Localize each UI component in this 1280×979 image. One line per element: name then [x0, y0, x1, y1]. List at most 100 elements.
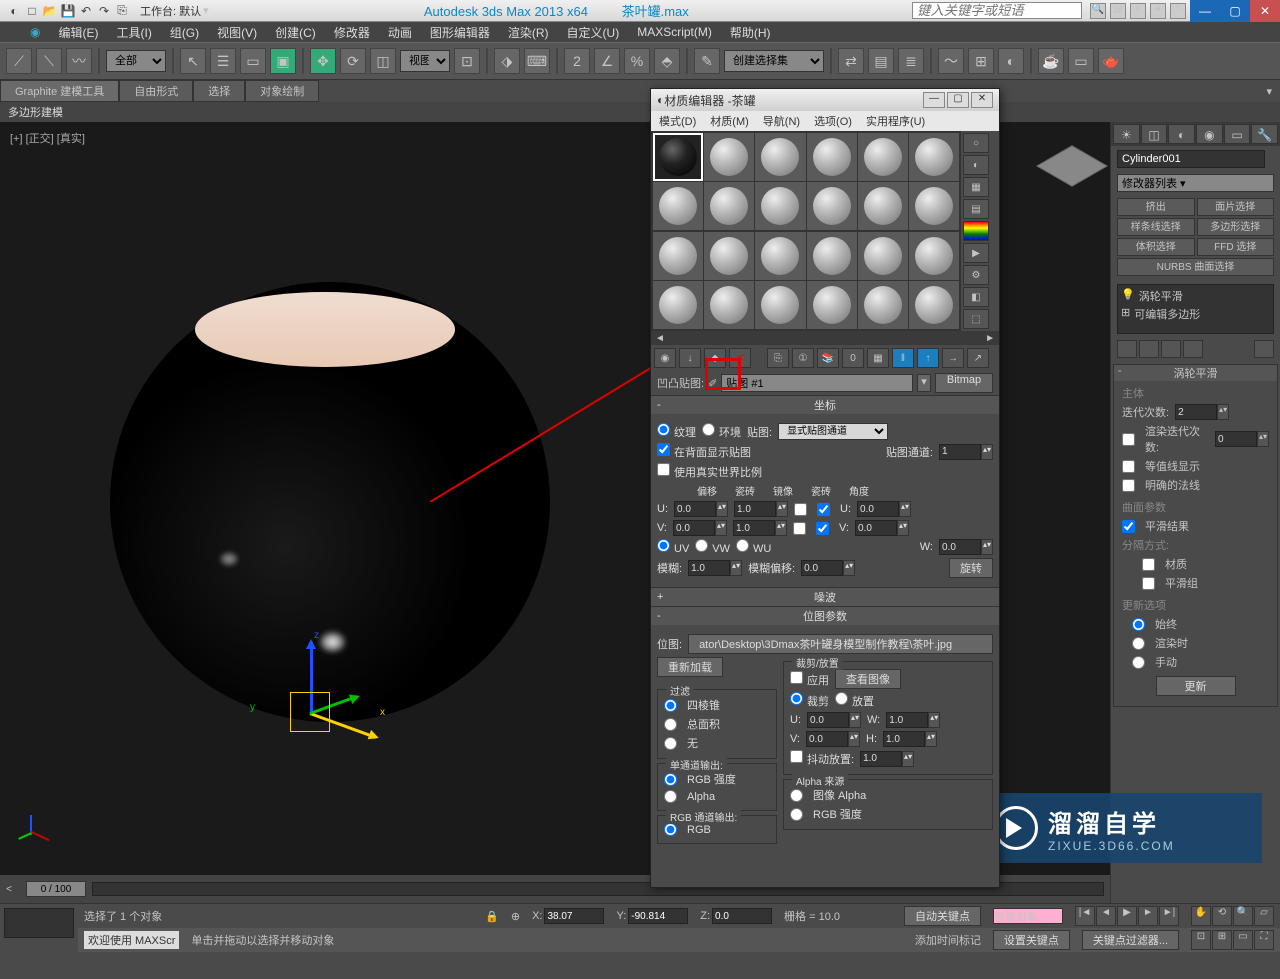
blur-spinner[interactable]: [688, 560, 730, 576]
filter-sat[interactable]: 总面积: [664, 716, 770, 732]
isoline-check[interactable]: 等值线显示: [1122, 458, 1269, 474]
app-menu-icon[interactable]: ◉: [30, 25, 40, 39]
v-angle[interactable]: [855, 520, 897, 536]
rollout-header[interactable]: -坐标: [651, 396, 999, 414]
menu-options[interactable]: 选项(O): [814, 113, 852, 129]
fov-icon[interactable]: ▱: [1254, 906, 1274, 926]
lightbulb-icon[interactable]: 💡: [1121, 288, 1135, 304]
material-editor-icon[interactable]: ◐: [998, 48, 1024, 74]
spline-select-button[interactable]: 样条线选择: [1117, 218, 1195, 236]
crop-w[interactable]: [886, 712, 928, 728]
uv-tiling-icon[interactable]: ▤: [963, 199, 989, 219]
menu-maxscript[interactable]: MAXScript(M): [637, 25, 712, 39]
align-icon[interactable]: ▤: [868, 48, 894, 74]
ffd-select-button[interactable]: FFD 选择: [1197, 238, 1275, 256]
material-editor-titlebar[interactable]: ◐ 材质编辑器 - 茶罐 — ▢ ✕: [651, 89, 999, 111]
mini-trackview[interactable]: [4, 908, 74, 938]
nurbs-select-button[interactable]: NURBS 曲面选择: [1117, 258, 1274, 276]
u-mirror[interactable]: [794, 503, 807, 516]
max-toggle-icon[interactable]: ⛶: [1254, 930, 1274, 950]
maximize-button[interactable]: ▢: [947, 92, 969, 108]
z-input[interactable]: [712, 908, 772, 924]
filter-none[interactable]: 无: [664, 735, 770, 751]
display-tab-icon[interactable]: ▭: [1224, 124, 1251, 144]
sample-type-icon[interactable]: ○: [963, 133, 989, 153]
menu-help[interactable]: 帮助(H): [730, 24, 771, 41]
time-slider[interactable]: 0 / 100: [26, 881, 86, 897]
close-button[interactable]: ✕: [1250, 0, 1280, 22]
smooth-result-check[interactable]: 平滑结果: [1122, 518, 1269, 534]
mapping-dropdown[interactable]: 显式贴图通道: [778, 423, 888, 440]
options-icon[interactable]: ⚙: [963, 265, 989, 285]
render-iter-check[interactable]: 渲染迭代次数: ▴▾: [1122, 423, 1269, 455]
sample-slot[interactable]: [909, 133, 959, 181]
render-icon[interactable]: 🫖: [1098, 48, 1124, 74]
pivot-icon[interactable]: ⊡: [454, 48, 480, 74]
crop-v[interactable]: [806, 731, 848, 747]
redo-icon[interactable]: ↷: [96, 3, 112, 19]
x-input[interactable]: [544, 908, 604, 924]
unique-icon[interactable]: [1161, 340, 1181, 358]
alpha-image[interactable]: 图像 Alpha: [790, 787, 986, 803]
v-tile[interactable]: [733, 520, 775, 536]
place-radio[interactable]: 放置: [835, 692, 874, 709]
channel-spinner[interactable]: [939, 444, 981, 460]
u-tile[interactable]: [734, 501, 776, 517]
expand-icon[interactable]: ⊞: [1121, 306, 1130, 322]
sample-slot[interactable]: [858, 281, 908, 329]
sample-slot[interactable]: [704, 182, 754, 230]
sample-slot[interactable]: [858, 133, 908, 181]
sample-slot[interactable]: [755, 281, 805, 329]
wu-radio[interactable]: WU: [736, 539, 771, 555]
search-icon[interactable]: 🔍: [1090, 3, 1106, 19]
arc-rotate-icon[interactable]: ⟲: [1212, 906, 1232, 926]
window-crossing-icon[interactable]: ▣: [270, 48, 296, 74]
link-icon[interactable]: ⟋: [6, 48, 32, 74]
menu-mode[interactable]: 模式(D): [659, 113, 696, 129]
u-tile-check[interactable]: [817, 503, 830, 516]
next-frame-icon[interactable]: ►: [1138, 906, 1158, 926]
abs-rel-icon[interactable]: ⊕: [511, 910, 520, 923]
show-end-result-icon[interactable]: ‖: [892, 348, 914, 368]
sample-slot[interactable]: [755, 133, 805, 181]
prev-frame-icon[interactable]: ◄: [1096, 906, 1116, 926]
u-offset[interactable]: [674, 501, 716, 517]
exchange-icon[interactable]: ✕: [1130, 3, 1146, 19]
go-sibling-icon[interactable]: →: [942, 348, 964, 368]
ribbon-tab-paint[interactable]: 对象绘制: [245, 80, 319, 102]
timeline-arrow-icon[interactable]: <: [0, 884, 18, 895]
background-icon[interactable]: ▦: [963, 177, 989, 197]
sample-slot[interactable]: [704, 133, 754, 181]
new-icon[interactable]: □: [24, 3, 40, 19]
sep-smoothgroup-check[interactable]: 平滑组: [1122, 575, 1269, 591]
scale-icon[interactable]: ◫: [370, 48, 396, 74]
bitmap-path-button[interactable]: ator\Desktop\3Dmax茶叶罐身模型制作教程\茶叶.jpg: [688, 634, 993, 654]
v-mirror[interactable]: [793, 522, 806, 535]
snap-percent-icon[interactable]: %: [624, 48, 650, 74]
lock-icon[interactable]: 🔒: [485, 910, 499, 923]
keyboard-icon[interactable]: ⌨: [524, 48, 550, 74]
y-input[interactable]: [628, 908, 688, 924]
utilities-tab-icon[interactable]: 🔧: [1251, 124, 1278, 144]
move-icon[interactable]: ✥: [310, 48, 336, 74]
add-time-tag[interactable]: 添加时间标记: [915, 932, 981, 948]
sample-slot[interactable]: [653, 182, 703, 230]
modify-tab-icon[interactable]: ◫: [1141, 124, 1168, 144]
subscription-icon[interactable]: ▤: [1110, 3, 1126, 19]
sample-slot[interactable]: [807, 133, 857, 181]
vw-radio[interactable]: VW: [695, 539, 730, 555]
rotate-button[interactable]: 旋转: [949, 558, 993, 578]
sample-slot[interactable]: [755, 232, 805, 280]
ribbon-tab-graphite[interactable]: Graphite 建模工具: [0, 80, 119, 102]
search-input[interactable]: [912, 2, 1082, 19]
dropdown-icon[interactable]: ▾: [917, 374, 931, 392]
rollout-header[interactable]: -位图参数: [651, 607, 999, 625]
blur-offset-spinner[interactable]: [801, 560, 843, 576]
selection-filter[interactable]: 全部: [106, 50, 166, 72]
show-map-icon[interactable]: ▦: [867, 348, 889, 368]
crop-u[interactable]: [807, 712, 849, 728]
crop-h[interactable]: [883, 731, 925, 747]
goto-start-icon[interactable]: |◄: [1075, 906, 1095, 926]
vol-select-button[interactable]: 体积选择: [1117, 238, 1195, 256]
snap-2d-icon[interactable]: 2: [564, 48, 590, 74]
